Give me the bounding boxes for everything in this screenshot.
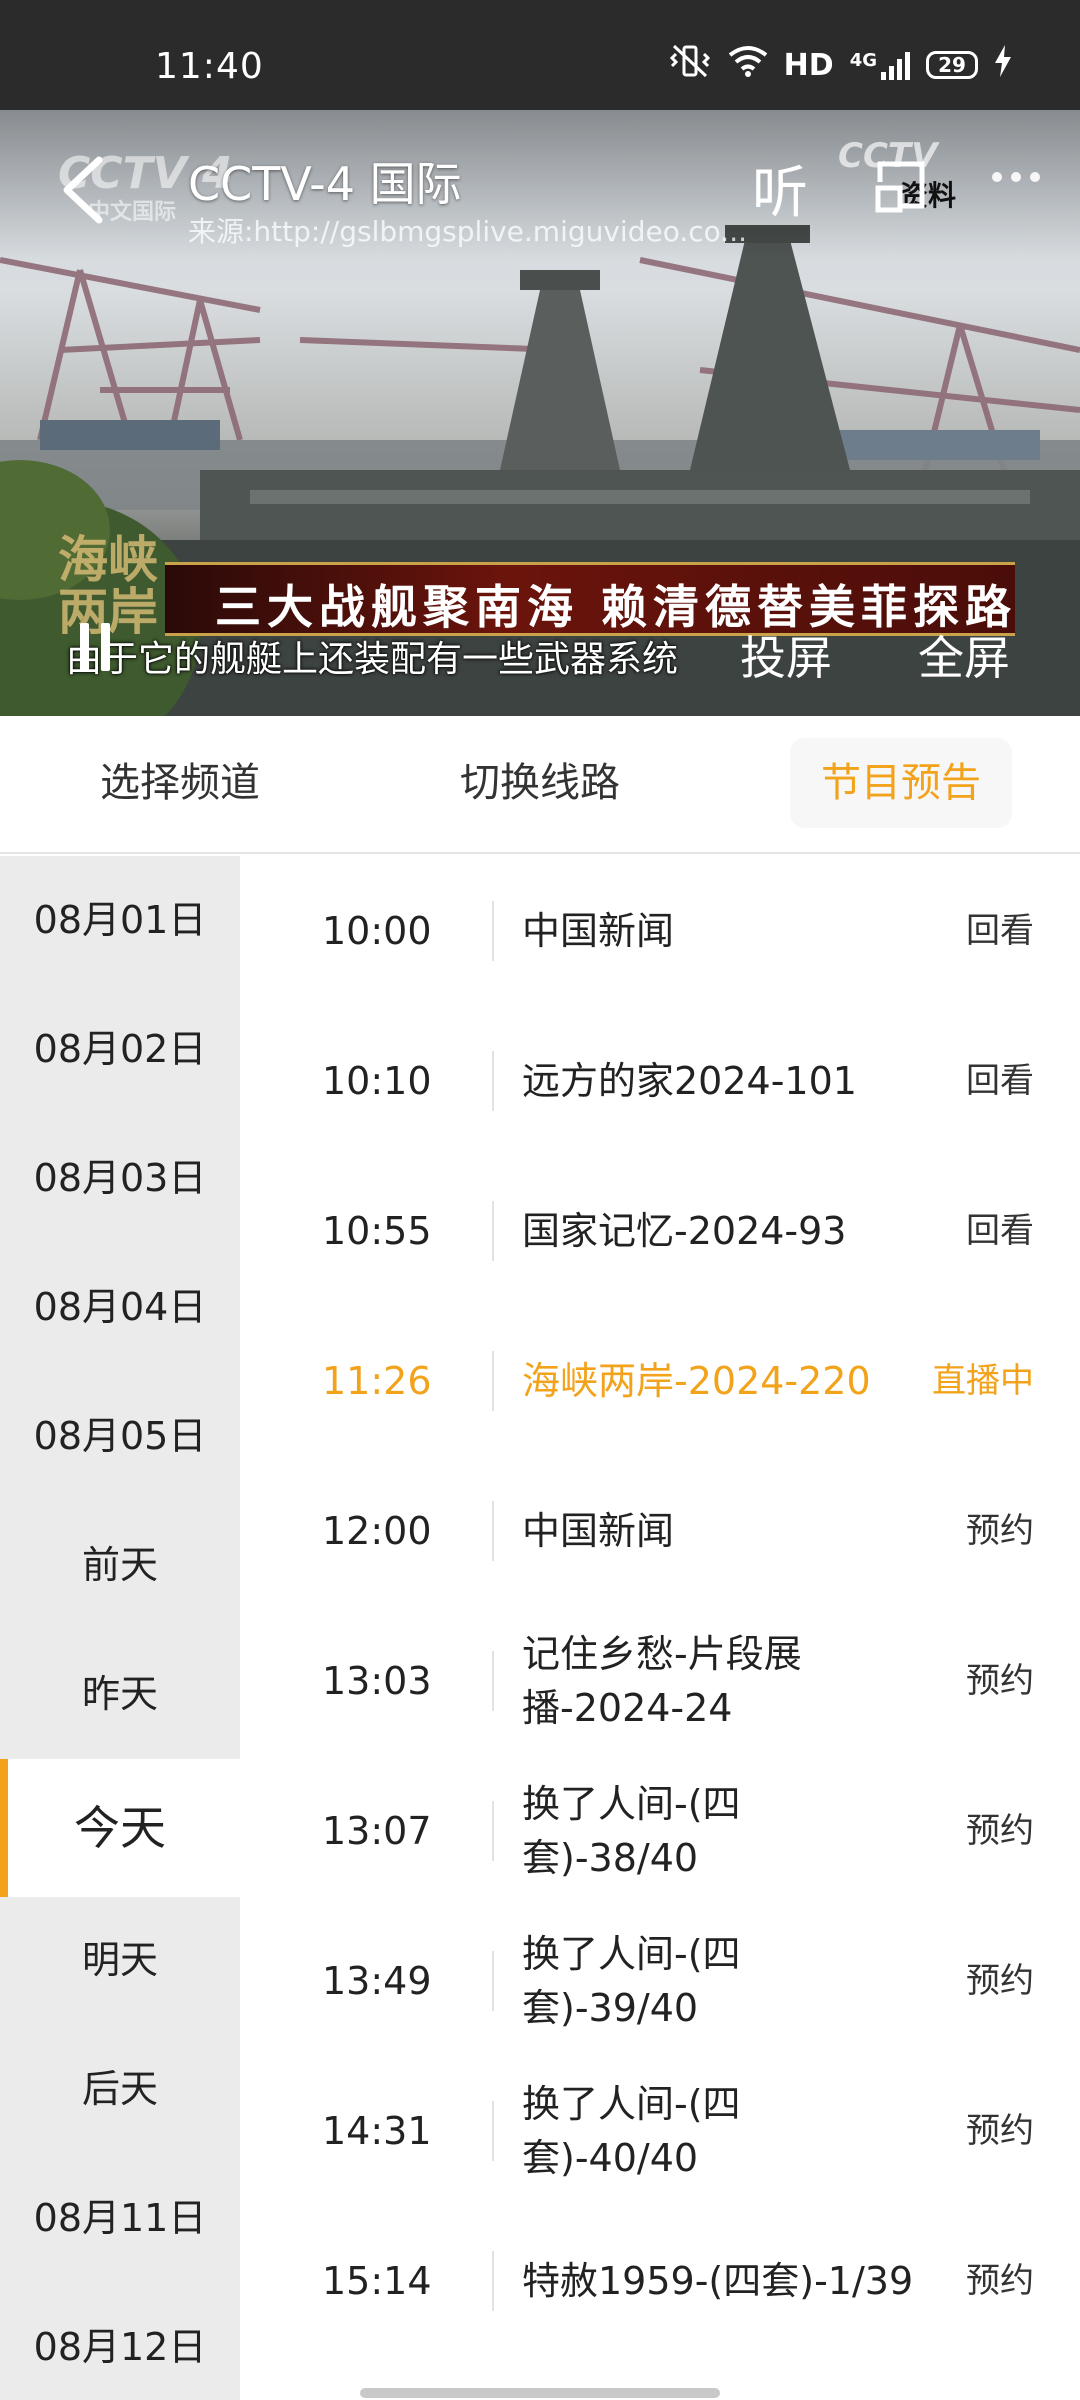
divider (492, 2251, 494, 2311)
signal-icon: 4G (850, 50, 910, 80)
program-title: 记住乡愁-片段展播-2024-24 (522, 1632, 802, 1730)
status-icons: HD 4G 29 (668, 44, 1012, 86)
program-time: 12:00 (322, 1509, 432, 1553)
divider (492, 1801, 494, 1861)
date-item[interactable]: 08月04日 (0, 1243, 240, 1372)
program-title: 换了人间-(四套)-40/40 (522, 2082, 741, 2180)
program-title: 海峡两岸-2024-220 (522, 1359, 871, 1403)
program-title: 国家记忆-2024-93 (522, 1209, 847, 1253)
channel-title: CCTV-4 国际 (188, 157, 462, 211)
more-options-button[interactable] (992, 172, 1040, 182)
date-item[interactable]: 08月12日 (0, 2283, 240, 2400)
program-time: 10:00 (322, 909, 432, 953)
divider (492, 1951, 494, 2011)
program-title: 远方的家2024-101 (522, 1059, 857, 1103)
program-row[interactable]: 10:00 中国新闻 回看 (240, 856, 1080, 1006)
divider (492, 1501, 494, 1561)
reserve-button[interactable]: 预约 (966, 1456, 1034, 1606)
date-item[interactable]: 08月03日 (0, 1114, 240, 1243)
program-row[interactable]: 10:55 国家记忆-2024-93 回看 (240, 1156, 1080, 1306)
date-item-today[interactable]: 今天 (0, 1759, 240, 1897)
tab-bar: 选择频道 切换线路 节目预告 (0, 716, 1080, 854)
program-title: 特赦1959-(四套)-1/39 (522, 2259, 914, 2303)
video-subtitle: 由于它的舰艇上还装配有一些武器系统 (66, 639, 679, 680)
signal-type-label: 4G (849, 50, 877, 71)
program-list: 10:00 中国新闻 回看 10:10 远方的家2024-101 回看 10:5… (240, 856, 1080, 2400)
picture-in-picture-button[interactable] (872, 156, 932, 216)
program-row[interactable]: 15:14 特赦1959-(四套)-1/39 预约 (240, 2206, 1080, 2356)
program-time: 10:10 (322, 1059, 432, 1103)
reserve-button[interactable]: 预约 (966, 1606, 1034, 1756)
program-row[interactable]: 13:49 换了人间-(四套)-39/40 预约 (240, 1906, 1080, 2056)
charging-icon (994, 45, 1012, 85)
video-player[interactable]: CCTV 4 中文国际 CCTV 资料 CCTV-4 国际 来源:http://… (0, 110, 1080, 716)
reserve-button[interactable]: 预约 (966, 2206, 1034, 2356)
date-item-day-after-tomorrow[interactable]: 后天 (0, 2025, 240, 2154)
reserve-button[interactable]: 预约 (966, 1756, 1034, 1906)
wifi-icon (728, 45, 768, 85)
battery-icon: 29 (926, 51, 978, 79)
program-time: 11:26 (322, 1359, 432, 1403)
date-item[interactable]: 08月05日 (0, 1372, 240, 1501)
program-time: 15:14 (322, 2259, 432, 2303)
program-row[interactable]: 13:03 记住乡愁-片段展播-2024-24 预约 (240, 1606, 1080, 1756)
cast-button[interactable]: 投屏 (740, 622, 832, 688)
program-row[interactable]: 10:10 远方的家2024-101 回看 (240, 1006, 1080, 1156)
program-row[interactable]: 13:07 换了人间-(四套)-38/40 预约 (240, 1756, 1080, 1906)
back-arrow-icon (63, 156, 103, 224)
program-title: 中国新闻 (522, 1509, 675, 1553)
program-time: 14:31 (322, 2109, 432, 2153)
live-now-badge[interactable]: 直播中 (932, 1306, 1034, 1456)
back-button[interactable] (55, 150, 125, 230)
fullscreen-button[interactable]: 全屏 (918, 622, 1010, 688)
program-row-live[interactable]: 11:26 海峡两岸-2024-220 直播中 (240, 1306, 1080, 1456)
program-time: 13:03 (322, 1659, 432, 1703)
replay-button[interactable]: 回看 (966, 1006, 1034, 1156)
news-banner-text: 三大战舰聚南海 赖清德替美菲探路 (215, 580, 1018, 634)
program-time: 13:07 (322, 1809, 432, 1853)
replay-button[interactable]: 回看 (966, 1156, 1034, 1306)
divider (492, 1201, 494, 1261)
news-banner: 三大战舰聚南海 赖清德替美菲探路 (165, 562, 1015, 636)
date-item-day-before-yesterday[interactable]: 前天 (0, 1501, 240, 1630)
date-item[interactable]: 08月11日 (0, 2154, 240, 2283)
program-title: 中国新闻 (522, 909, 675, 953)
status-bar: 11:40 HD 4G 29 (0, 0, 1080, 110)
more-icon (992, 172, 1002, 182)
reserve-button[interactable]: 预约 (966, 2056, 1034, 2206)
divider (492, 1051, 494, 1111)
program-title: 换了人间-(四套)-38/40 (522, 1782, 741, 1880)
pause-icon (80, 623, 89, 671)
date-item[interactable]: 08月02日 (0, 985, 240, 1114)
home-indicator[interactable] (360, 2388, 720, 2398)
source-url: 来源:http://gslbmgsplive.miguvideo.co... (188, 215, 747, 248)
program-title: 换了人间-(四套)-39/40 (522, 1932, 741, 2030)
pip-icon (875, 161, 925, 213)
divider (492, 1651, 494, 1711)
tab-switch-line[interactable]: 切换线路 (420, 738, 660, 828)
program-row[interactable]: 12:00 中国新闻 预约 (240, 1456, 1080, 1606)
program-row[interactable]: 14:31 换了人间-(四套)-40/40 预约 (240, 2056, 1080, 2206)
replay-button[interactable]: 回看 (966, 856, 1034, 1006)
date-item-yesterday[interactable]: 昨天 (0, 1630, 240, 1759)
divider (492, 901, 494, 961)
tab-select-channel[interactable]: 选择频道 (60, 738, 300, 828)
tab-program-schedule[interactable]: 节目预告 (790, 738, 1012, 828)
reserve-button[interactable]: 预约 (966, 1906, 1034, 2056)
date-list: 08月01日 08月02日 08月03日 08月04日 08月05日 前天 昨天… (0, 856, 240, 2400)
pause-button[interactable] (80, 623, 110, 671)
program-time: 13:49 (322, 1959, 432, 2003)
date-item[interactable]: 08月01日 (0, 856, 240, 985)
mute-vibrate-icon (668, 44, 712, 86)
listen-audio-button[interactable]: 听 (752, 148, 808, 229)
date-item-tomorrow[interactable]: 明天 (0, 1896, 240, 2025)
status-time: 11:40 (155, 46, 264, 87)
program-time: 10:55 (322, 1209, 432, 1253)
network-hd-label: HD (783, 47, 834, 83)
divider (492, 1351, 494, 1411)
divider (492, 2101, 494, 2161)
